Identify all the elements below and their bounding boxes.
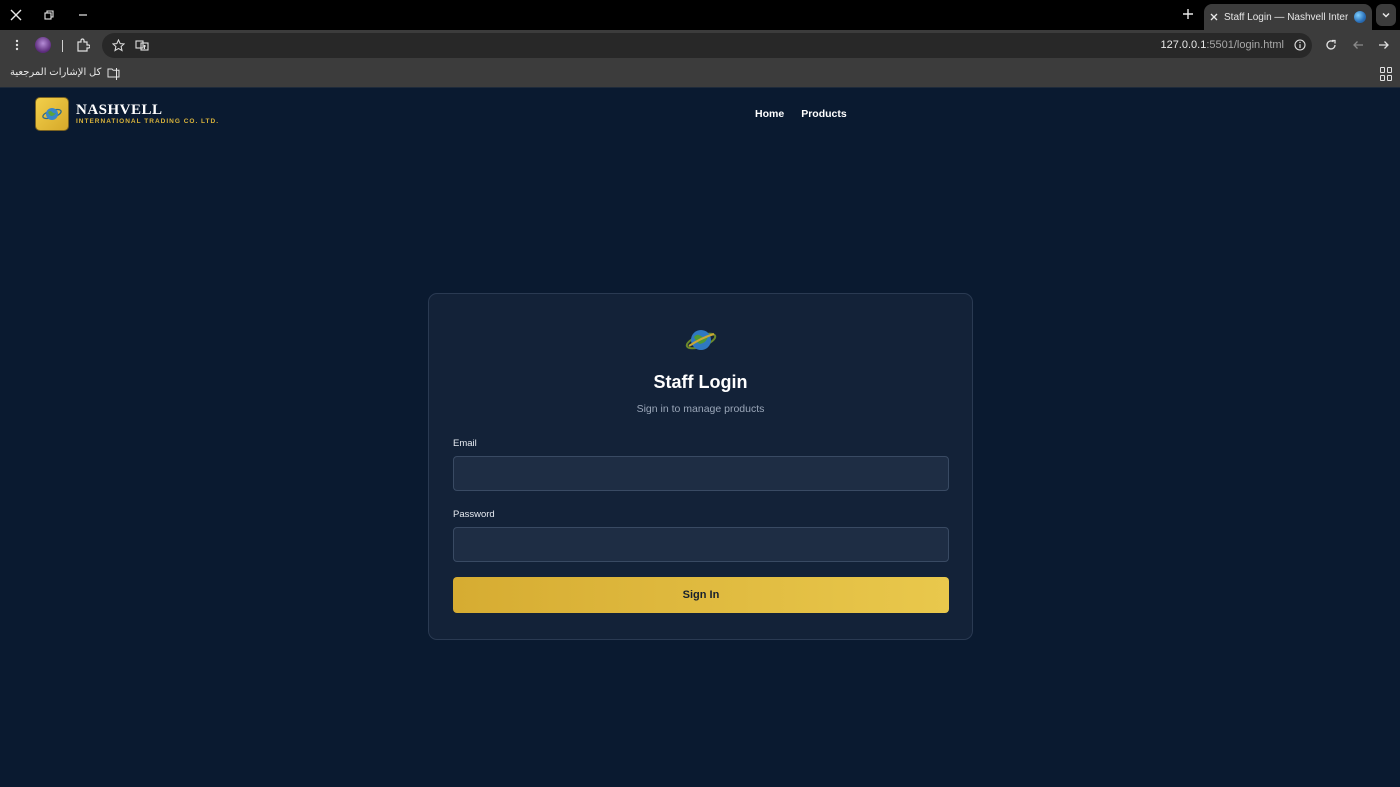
login-card: Staff Login Sign in to manage products E… (428, 293, 973, 640)
site-header: NASHVELL INTERNATIONAL TRADING CO. LTD. … (0, 88, 1400, 140)
nav-products-link[interactable]: Products (801, 108, 847, 120)
profile-avatar[interactable] (35, 37, 51, 53)
bookmark-star-icon[interactable] (107, 34, 129, 56)
close-window-icon[interactable] (0, 0, 32, 30)
email-label: Email (453, 438, 477, 449)
logo-globe-icon[interactable] (35, 97, 69, 131)
site-info-icon[interactable] (1289, 34, 1311, 56)
globe-icon (685, 324, 717, 356)
sign-in-button[interactable]: Sign In (453, 577, 949, 613)
address-bar[interactable]: 127.0.0.1:5501/login.html (102, 33, 1312, 58)
reload-icon[interactable] (1320, 34, 1342, 56)
tab-title: Staff Login — Nashvell Internati (1224, 11, 1348, 23)
url-path: :5501/login.html (1206, 39, 1284, 51)
brand-subtitle: INTERNATIONAL TRADING CO. LTD. (76, 118, 220, 125)
login-title: Staff Login (653, 372, 748, 392)
extensions-puzzle-icon[interactable] (72, 34, 94, 56)
page-content: NASHVELL INTERNATIONAL TRADING CO. LTD. … (0, 88, 1400, 787)
browser-tab-active[interactable]: Staff Login — Nashvell Internati (1204, 4, 1372, 30)
tab-close-icon[interactable] (1210, 13, 1218, 21)
bookmarks-bar: كل الإشارات المرجعية (0, 61, 1400, 88)
new-tab-icon[interactable] (1178, 4, 1198, 24)
tab-favicon-globe-icon (1354, 11, 1366, 23)
login-subtitle: Sign in to manage products (636, 403, 765, 415)
bookmarks-separator (116, 68, 117, 80)
folder-icon (107, 68, 120, 78)
all-bookmarks-grid-icon[interactable] (1380, 67, 1394, 81)
toolbar-separator (62, 40, 63, 52)
translate-page-icon[interactable] (131, 34, 153, 56)
url-host: 127.0.0.1 (1160, 39, 1207, 51)
email-field[interactable] (453, 456, 949, 491)
browser-toolbar: 127.0.0.1:5501/login.html (0, 30, 1400, 61)
main-nav: Home Products (755, 108, 847, 120)
bookmarks-folder-label: كل الإشارات المرجعية (10, 67, 102, 78)
brand-name[interactable]: NASHVELL (76, 102, 163, 119)
password-field[interactable] (453, 527, 949, 562)
back-arrow-icon[interactable] (1347, 34, 1369, 56)
forward-arrow-icon[interactable] (1373, 34, 1395, 56)
nav-home-link[interactable]: Home (755, 108, 784, 120)
browser-tab-bar: Staff Login — Nashvell Internati (0, 0, 1400, 30)
restore-window-icon[interactable] (33, 0, 65, 30)
url-text[interactable]: 127.0.0.1:5501/login.html (1160, 39, 1284, 51)
tab-search-chevron-down-icon[interactable] (1376, 4, 1396, 26)
bookmarks-folder[interactable]: كل الإشارات المرجعية (10, 67, 120, 78)
browser-menu-icon[interactable] (6, 34, 28, 56)
minimize-window-icon[interactable] (67, 0, 99, 30)
password-label: Password (453, 509, 495, 520)
